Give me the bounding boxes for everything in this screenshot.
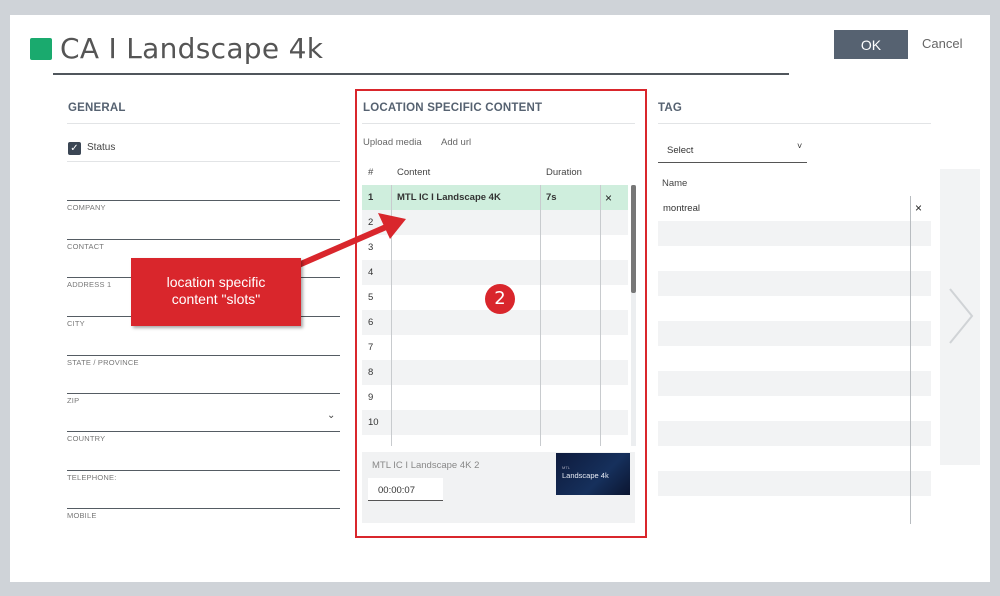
list-item[interactable] — [658, 321, 931, 346]
field-input[interactable] — [67, 200, 340, 201]
chevron-down-icon[interactable]: ⌄ — [327, 410, 335, 421]
tag-heading-divider — [658, 123, 931, 124]
callout-line: content "slots" — [171, 291, 261, 307]
annotation-arrow — [292, 213, 406, 270]
list-item[interactable] — [658, 271, 931, 296]
list-item[interactable] — [658, 446, 931, 471]
list-item[interactable] — [658, 421, 931, 446]
tag-column-name: Name — [662, 178, 688, 189]
list-item[interactable] — [658, 221, 931, 246]
list-item[interactable] — [658, 396, 931, 421]
general-heading-divider — [67, 123, 340, 124]
list-item[interactable] — [658, 371, 931, 396]
list-item[interactable] — [658, 496, 931, 521]
color-swatch — [30, 38, 52, 60]
remove-tag-icon[interactable]: × — [915, 201, 922, 215]
field-label: COMPANY — [67, 203, 106, 212]
status-checkbox[interactable]: ✓ — [68, 142, 81, 155]
field-input[interactable] — [67, 431, 340, 432]
status-label: Status — [87, 142, 116, 153]
general-heading: GENERAL — [68, 102, 126, 114]
tag-column-divider — [910, 196, 911, 524]
field-input[interactable] — [67, 470, 340, 471]
page-title: CA I Landscape 4k — [60, 32, 324, 65]
callout-line: location specific — [166, 274, 266, 290]
tag-heading: TAG — [658, 102, 683, 114]
annotation-callout: location specific content "slots" — [131, 258, 301, 326]
tag-item-label: montreal — [663, 203, 700, 214]
title-underline — [53, 73, 789, 75]
field-label: CONTACT — [67, 242, 105, 251]
field-label: COUNTRY — [67, 434, 106, 443]
field-input[interactable] — [67, 393, 340, 394]
chevron-down-icon[interactable]: ˅ — [797, 141, 802, 151]
status-divider — [67, 161, 340, 162]
step-badge: 2 — [485, 284, 515, 314]
list-item[interactable] — [658, 246, 931, 271]
list-item[interactable] — [658, 296, 931, 321]
list-item[interactable] — [658, 471, 931, 496]
field-input[interactable] — [67, 508, 340, 509]
field-label: MOBILE — [67, 511, 97, 520]
chevron-right-icon[interactable] — [944, 283, 978, 349]
field-label: ADDRESS 1 — [67, 280, 112, 289]
field-label: CITY — [67, 319, 85, 328]
list-item[interactable] — [658, 346, 931, 371]
cancel-button[interactable]: Cancel — [922, 36, 962, 51]
field-label: ZIP — [67, 396, 80, 405]
tag-select[interactable]: Select — [658, 138, 807, 163]
field-label: TELEPHONE: — [67, 473, 117, 482]
field-input[interactable] — [67, 355, 340, 356]
field-label: STATE / PROVINCE — [67, 358, 139, 367]
ok-button[interactable]: OK — [834, 30, 908, 59]
